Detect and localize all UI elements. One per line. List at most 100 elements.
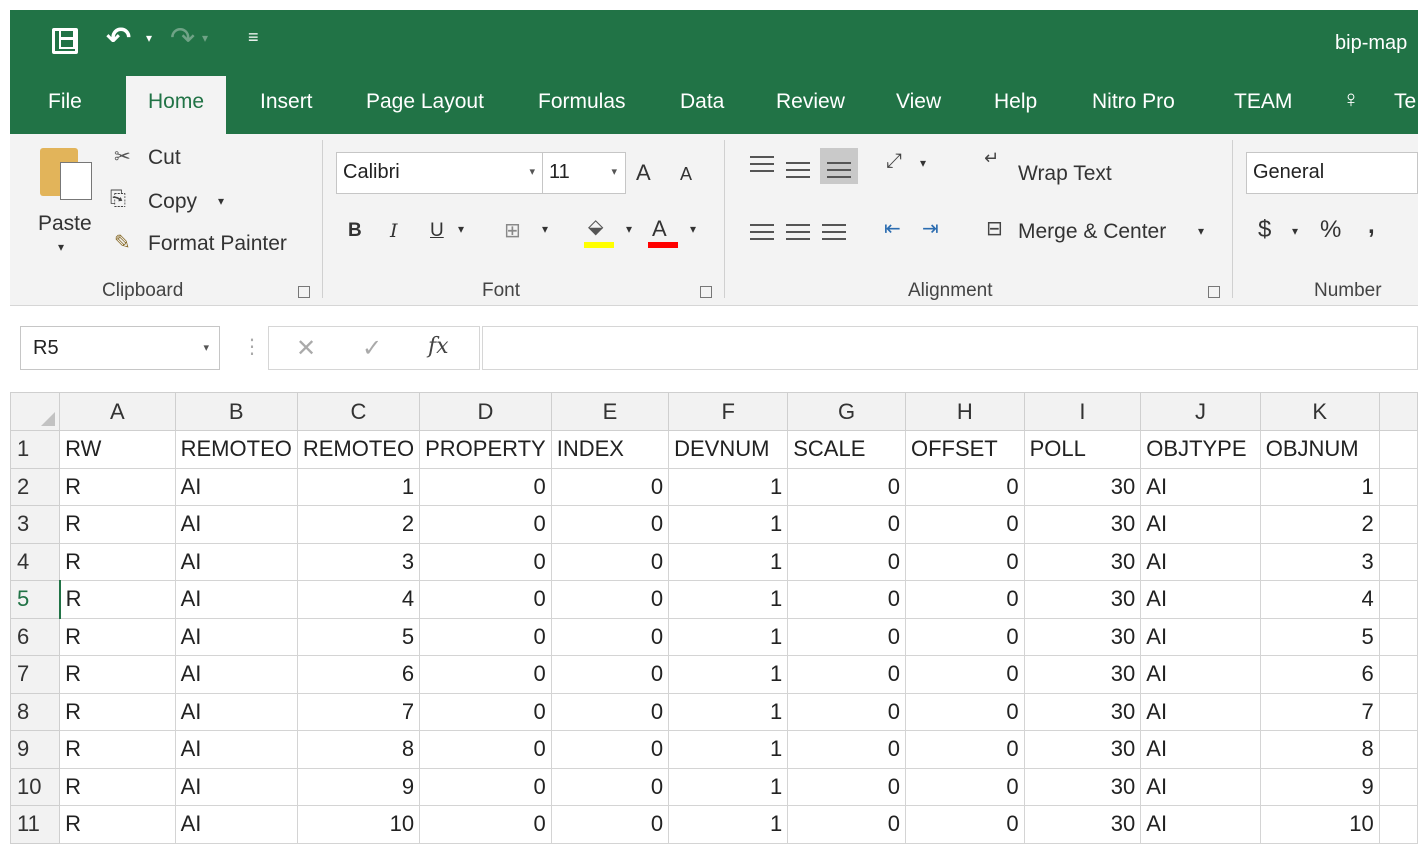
cell[interactable]: AI	[1140, 580, 1261, 619]
cell[interactable]: 0	[787, 542, 906, 581]
currency-dropdown-icon[interactable]: ▾	[1292, 224, 1298, 238]
cell[interactable]: OFFSET	[904, 430, 1025, 469]
cell[interactable]: R	[59, 467, 176, 506]
cell[interactable]: SCALE	[787, 430, 906, 469]
wrap-text-button[interactable]: Wrap Text	[1018, 162, 1112, 186]
merge-center-button[interactable]: Merge & Center	[1018, 220, 1166, 244]
cell[interactable]	[1378, 655, 1418, 694]
cell[interactable]: 0	[419, 730, 552, 769]
cell[interactable]: R	[59, 580, 176, 619]
column-header-b[interactable]: B	[174, 392, 298, 431]
cell[interactable]: 1	[668, 542, 789, 581]
cell[interactable]: 5	[1259, 617, 1380, 656]
tab-review[interactable]: Review	[776, 90, 845, 114]
orientation-icon[interactable]: ⤢	[886, 150, 902, 173]
cell[interactable]: AI	[1140, 655, 1261, 694]
cell[interactable]: 0	[419, 580, 552, 619]
cell[interactable]: 1	[668, 692, 789, 731]
cell[interactable]: 1	[668, 617, 789, 656]
cell[interactable]: AI	[1140, 467, 1261, 506]
cell[interactable]: 0	[419, 655, 552, 694]
cell[interactable]: 1	[296, 467, 421, 506]
cell[interactable]: 0	[787, 692, 906, 731]
cell[interactable]: 0	[550, 505, 670, 544]
cell[interactable]: 30	[1023, 730, 1142, 769]
cell[interactable]: 0	[787, 767, 906, 806]
cell[interactable]: 4	[1259, 580, 1380, 619]
row-header[interactable]: 5	[10, 580, 61, 619]
cell[interactable]: 0	[419, 617, 552, 656]
cell[interactable]: 10	[1259, 805, 1380, 844]
cell[interactable]: 0	[550, 617, 670, 656]
cell[interactable]: REMOTEO	[174, 430, 298, 469]
cell[interactable]: 0	[419, 805, 552, 844]
cell[interactable]: AI	[174, 767, 298, 806]
cell[interactable]: 0	[419, 767, 552, 806]
cell[interactable]: 1	[668, 505, 789, 544]
customize-qat-icon[interactable]: ≡	[248, 28, 259, 46]
cell[interactable]: 0	[904, 505, 1025, 544]
cell[interactable]: AI	[1140, 805, 1261, 844]
row-header[interactable]: 8	[10, 692, 61, 731]
orientation-dropdown-icon[interactable]: ▾	[920, 156, 926, 170]
align-center-icon[interactable]	[786, 224, 810, 240]
fill-dropdown-icon[interactable]: ▾	[626, 222, 632, 236]
cell[interactable]: R	[59, 692, 176, 731]
cell[interactable]: 0	[904, 542, 1025, 581]
italic-button[interactable]: I	[390, 220, 398, 242]
tab-team[interactable]: TEAM	[1234, 90, 1292, 114]
copy-button[interactable]: Copy	[148, 190, 197, 214]
alignment-launcher-icon[interactable]	[1208, 286, 1220, 298]
cell[interactable]: AI	[174, 617, 298, 656]
cell[interactable]: 8	[296, 730, 421, 769]
cell[interactable]	[1378, 542, 1418, 581]
tab-file[interactable]: File	[48, 90, 82, 114]
column-header-e[interactable]: E	[550, 392, 670, 431]
cell[interactable]: 0	[550, 467, 670, 506]
cell[interactable]: AI	[1140, 542, 1261, 581]
name-box[interactable]: R5 ▾	[20, 326, 220, 370]
cell[interactable]: 0	[550, 692, 670, 731]
cell[interactable]: R	[59, 730, 176, 769]
copy-dropdown-icon[interactable]: ▾	[218, 194, 224, 208]
cell[interactable]	[1378, 730, 1418, 769]
cell[interactable]: 1	[1259, 467, 1380, 506]
cell[interactable]: INDEX	[550, 430, 670, 469]
redo-icon[interactable]: ↷	[170, 24, 195, 54]
number-format-dropdown[interactable]: General	[1246, 152, 1418, 194]
decrease-indent-icon[interactable]: ⇤	[884, 216, 901, 241]
align-middle-icon[interactable]	[786, 162, 810, 178]
fill-color-icon[interactable]: ⬙	[588, 214, 603, 239]
drag-handle-icon[interactable]: ⋮	[242, 334, 262, 359]
cell[interactable]: AI	[174, 692, 298, 731]
cell[interactable]: 0	[787, 505, 906, 544]
cell[interactable]: 0	[904, 467, 1025, 506]
cell[interactable]: 9	[296, 767, 421, 806]
cell[interactable]: 0	[787, 730, 906, 769]
row-header[interactable]: 10	[10, 767, 61, 806]
align-left-icon[interactable]	[750, 224, 774, 240]
cell[interactable]: AI	[174, 805, 298, 844]
redo-dropdown-icon[interactable]: ▾	[202, 32, 208, 44]
cell[interactable]: 6	[296, 655, 421, 694]
cell[interactable]: 30	[1023, 467, 1142, 506]
cell[interactable]: 1	[668, 805, 789, 844]
column-header-k[interactable]: K	[1259, 392, 1380, 431]
cell[interactable]: 8	[1259, 730, 1380, 769]
cell[interactable]: 0	[419, 505, 552, 544]
column-header-blank[interactable]	[1378, 392, 1418, 431]
cell[interactable]: 30	[1023, 542, 1142, 581]
cell[interactable]: 0	[550, 580, 670, 619]
cell[interactable]: 0	[787, 617, 906, 656]
cell[interactable]: 30	[1023, 767, 1142, 806]
cell[interactable]: 0	[550, 655, 670, 694]
cell[interactable]: 0	[419, 692, 552, 731]
cell[interactable]: AI	[1140, 730, 1261, 769]
cell[interactable]: 0	[550, 542, 670, 581]
currency-button[interactable]: $	[1258, 216, 1271, 244]
insert-function-button[interactable]: fx	[428, 334, 449, 359]
cell[interactable]: 0	[904, 617, 1025, 656]
cell[interactable]: 30	[1023, 805, 1142, 844]
cell[interactable]: 4	[296, 580, 421, 619]
row-header[interactable]: 3	[10, 505, 61, 544]
